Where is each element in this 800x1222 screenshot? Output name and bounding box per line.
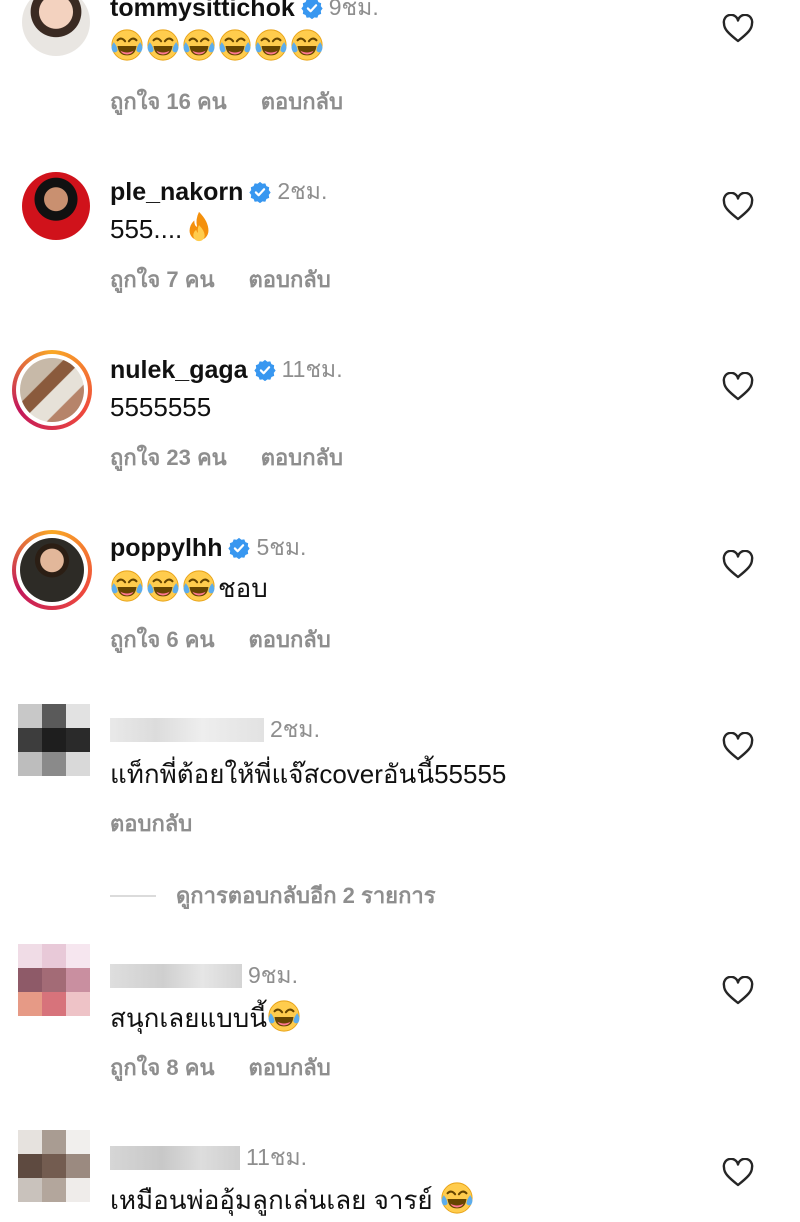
likes-count[interactable]: ถูกใจ 23 คน <box>110 440 227 475</box>
timestamp: 2ชม. <box>277 178 328 204</box>
username[interactable] <box>110 718 264 742</box>
reply-button[interactable]: ตอบกลับ <box>249 262 331 297</box>
avatar[interactable] <box>22 172 90 240</box>
heart-icon[interactable] <box>722 976 754 1006</box>
comment-text-content: เหมือนพ่ออุ้มลูกเล่นเลย จารย์ <box>110 1185 440 1215</box>
username[interactable]: poppylhh <box>110 534 222 563</box>
fire-emoji-icon <box>182 210 216 244</box>
comment-text-content: 555.... <box>110 214 183 244</box>
laughing-emoji-icon <box>146 569 180 603</box>
avatar[interactable] <box>12 350 92 430</box>
laughing-emoji-icon <box>110 569 144 603</box>
laughing-emoji-icon <box>182 28 216 62</box>
reply-button[interactable]: ตอบกลับ <box>261 84 343 119</box>
avatar[interactable] <box>18 944 90 1016</box>
heart-icon[interactable] <box>722 14 754 44</box>
likes-count[interactable]: ถูกใจ 6 คน <box>110 622 215 657</box>
username[interactable] <box>110 964 242 988</box>
reply-button[interactable]: ตอบกลับ <box>110 806 192 841</box>
likes-count[interactable]: ถูกใจ 16 คน <box>110 84 227 119</box>
view-more-replies-button[interactable]: ดูการตอบกลับอีก 2 รายการ <box>110 878 436 913</box>
divider-line <box>110 894 156 897</box>
verified-badge-icon <box>249 181 271 203</box>
likes-count[interactable]: ถูกใจ 7 คน <box>110 262 215 297</box>
laughing-emoji-icon <box>110 28 144 62</box>
username[interactable] <box>110 1146 240 1170</box>
heart-icon[interactable] <box>722 372 754 402</box>
timestamp: 5ชม. <box>256 534 307 560</box>
verified-badge-icon <box>254 359 276 381</box>
avatar[interactable] <box>22 0 90 56</box>
verified-badge-icon <box>301 0 323 19</box>
reply-button[interactable]: ตอบกลับ <box>261 440 343 475</box>
username[interactable]: tommysittichok <box>110 0 295 23</box>
avatar[interactable] <box>18 1130 90 1202</box>
verified-badge-icon <box>228 537 250 559</box>
laughing-emoji-icon <box>254 28 288 62</box>
laughing-emoji-icon <box>182 569 216 603</box>
timestamp: 9ชม. <box>328 0 379 20</box>
username[interactable]: nulek_gaga <box>110 356 248 385</box>
heart-icon[interactable] <box>722 732 754 762</box>
laughing-emoji-icon <box>290 28 324 62</box>
comment-text: แท็กพี่ต้อยให้พี่แจ๊สcoverอันนี้55555 <box>110 759 507 789</box>
comment-text-content: ชอบ <box>218 573 268 603</box>
reply-button[interactable]: ตอบกลับ <box>249 1050 331 1085</box>
comment-text: 5555555 <box>110 392 212 422</box>
comment-text <box>110 28 326 63</box>
laughing-emoji-icon <box>218 28 252 62</box>
comment-text: ชอบ <box>110 568 268 609</box>
timestamp: 9ชม. <box>248 962 298 988</box>
heart-icon[interactable] <box>722 1158 754 1188</box>
comment-text: เหมือนพ่ออุ้มลูกเล่นเลย จารย์ <box>110 1180 476 1221</box>
laughing-emoji-icon <box>267 999 301 1033</box>
reply-button[interactable]: ตอบกลับ <box>249 622 331 657</box>
heart-icon[interactable] <box>722 192 754 222</box>
laughing-emoji-icon <box>440 1181 474 1215</box>
likes-count[interactable]: ถูกใจ 8 คน <box>110 1050 215 1085</box>
view-more-replies-label: ดูการตอบกลับอีก 2 รายการ <box>176 883 436 908</box>
username[interactable]: ple_nakorn <box>110 178 243 207</box>
heart-icon[interactable] <box>722 550 754 580</box>
avatar[interactable] <box>12 530 92 610</box>
laughing-emoji-icon <box>146 28 180 62</box>
timestamp: 11ชม. <box>281 356 343 382</box>
comment-text-content: สนุกเลยแบบนี้ <box>110 1003 267 1033</box>
avatar[interactable] <box>18 704 90 776</box>
timestamp: 11ชม. <box>246 1144 308 1170</box>
comment-text: สนุกเลยแบบนี้ <box>110 998 303 1039</box>
comment-text: 555.... <box>110 210 218 245</box>
timestamp: 2ชม. <box>270 716 320 742</box>
